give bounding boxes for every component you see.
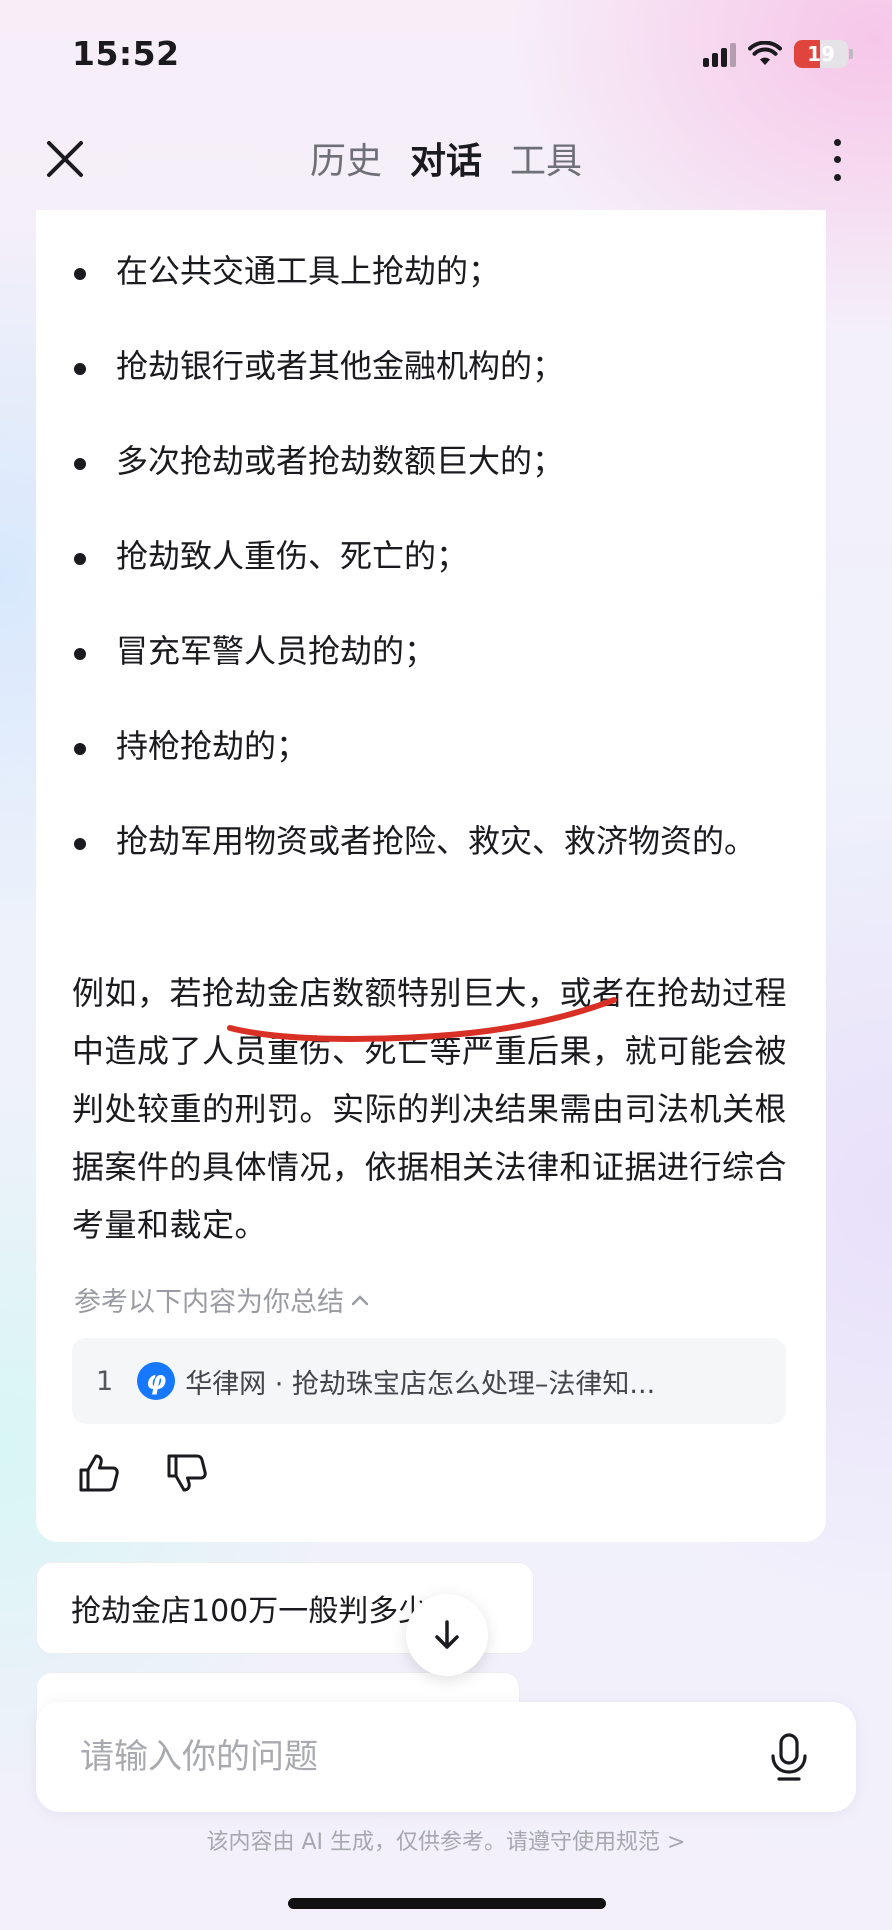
reference-item[interactable]: 1 φ 华律网 · 抢劫珠宝店怎么处理–法律知... [72, 1338, 786, 1424]
list-item: 冒充军警人员抢劫的； [36, 626, 826, 677]
input-bar [36, 1702, 856, 1812]
battery-icon: 19 [794, 40, 853, 68]
thumbs-down-icon [167, 1454, 207, 1492]
list-item: 在公共交通工具上抢劫的； [36, 246, 826, 297]
list-item-text: 多次抢劫或者抢劫数额巨大的； [116, 442, 565, 480]
list-item-text: 抢劫军用物资或者抢险、救灾、救济物资的。 [116, 822, 757, 860]
tab-chat[interactable]: 对话 [410, 132, 482, 184]
more-dot [833, 173, 841, 181]
hualv-logo-icon: φ [137, 1362, 176, 1400]
thumbs-up-icon [79, 1454, 119, 1492]
ai-disclaimer-link[interactable]: 该内容由 AI 生成，仅供参考。请遵守使用规范 > [0, 1824, 892, 1856]
list-item: 抢劫致人重伤、死亡的； [36, 531, 826, 582]
list-item: 抢劫军用物资或者抢险、救灾、救济物资的。 [36, 816, 826, 867]
list-item-text: 持枪抢劫的； [116, 727, 309, 765]
list-item-text: 在公共交通工具上抢劫的； [116, 252, 501, 290]
bullet-dot [74, 363, 86, 375]
bullet-dot [74, 458, 86, 470]
list-item-text: 冒充军警人员抢劫的； [116, 632, 437, 670]
list-item-text: 抢劫银行或者其他金融机构的； [116, 347, 565, 385]
bullet-list: 在公共交通工具上抢劫的； 抢劫银行或者其他金融机构的； 多次抢劫或者抢劫数额巨大… [36, 246, 826, 911]
chevron-up-icon [351, 1294, 369, 1305]
reference-text: 华律网 · 抢劫珠宝店怎么处理–法律知... [185, 1368, 656, 1400]
tab-tools[interactable]: 工具 [510, 132, 582, 184]
arrow-down-icon [435, 1620, 459, 1649]
status-bar: 15:52 19 [0, 0, 892, 110]
reference-index: 1 [96, 1365, 114, 1397]
battery-level: 19 [807, 42, 835, 66]
battery-nub [849, 49, 853, 59]
bullet-dot [74, 648, 86, 660]
reference-toggle[interactable]: 参考以下内容为你总结 [74, 1280, 370, 1319]
feedback-row [76, 1450, 210, 1496]
microphone-icon [771, 1733, 807, 1781]
reference-toggle-label: 参考以下内容为你总结 [74, 1287, 344, 1318]
list-item: 多次抢劫或者抢劫数额巨大的； [36, 436, 826, 487]
more-button[interactable] [822, 134, 852, 186]
cellular-signal-icon [703, 41, 736, 67]
answer-paragraph: 例如，若抢劫金店数额特别巨大，或者在抢劫过程中造成了人员重伤、死亡等严重后果，就… [72, 974, 788, 1244]
list-item: 抢劫银行或者其他金融机构的； [36, 341, 826, 392]
more-dot [833, 156, 841, 164]
list-item: 持枪抢劫的； [36, 721, 826, 772]
bullet-dot [74, 553, 86, 565]
answer-card: 在公共交通工具上抢劫的； 抢劫银行或者其他金融机构的； 多次抢劫或者抢劫数额巨大… [36, 210, 826, 1542]
status-time: 15:52 [72, 34, 180, 73]
wifi-icon [748, 41, 782, 67]
suggested-question-text: 抢劫金店100万一般判多少年 [71, 1594, 459, 1629]
status-icons: 19 [703, 40, 853, 68]
like-button[interactable] [76, 1450, 122, 1496]
home-indicator [288, 1898, 606, 1909]
tab-bar: 历史 对话 工具 [0, 132, 892, 184]
dislike-button[interactable] [164, 1450, 210, 1496]
voice-input-button[interactable] [766, 1729, 812, 1785]
question-input[interactable] [80, 1737, 766, 1777]
bullet-dot [74, 268, 86, 280]
more-vertical-icon [833, 139, 841, 147]
tab-history[interactable]: 历史 [310, 132, 382, 184]
bullet-dot [74, 838, 86, 850]
list-item-text: 抢劫致人重伤、死亡的； [116, 537, 469, 575]
scroll-down-button[interactable] [406, 1594, 488, 1676]
header: 历史 对话 工具 [0, 120, 892, 200]
bullet-dot [74, 743, 86, 755]
